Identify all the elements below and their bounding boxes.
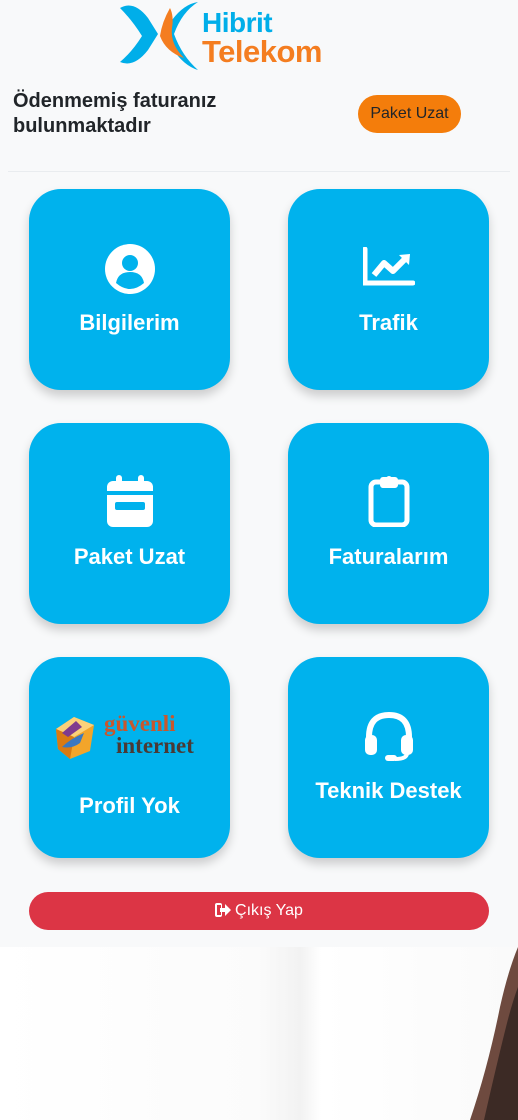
sign-out-icon — [215, 903, 232, 917]
logout-button[interactable]: Çıkış Yap — [29, 892, 489, 930]
hibrit-telekom-logo[interactable]: Hibrit Telekom — [114, 0, 338, 74]
tile-label: Trafik — [359, 310, 418, 335]
internet-text: internet — [116, 733, 194, 758]
logout-label: Çıkış Yap — [235, 902, 303, 919]
divider — [8, 171, 510, 172]
extend-package-button[interactable]: Paket Uzat — [358, 95, 461, 133]
headset-icon — [364, 711, 413, 761]
tile-label: Profil Yok — [79, 793, 180, 818]
tile-technical-support[interactable]: Teknik Destek — [288, 657, 489, 858]
tile-invoices[interactable]: Faturalarım — [288, 423, 489, 624]
background-image — [0, 947, 518, 1120]
tile-label: Paket Uzat — [73, 544, 186, 569]
tile-my-info[interactable]: Bilgilerim — [29, 189, 230, 390]
tile-label: Bilgilerim — [79, 310, 180, 335]
unpaid-invoice-notice: Ödenmemiş faturanız bulunmaktadır — [13, 90, 217, 137]
tile-safe-internet-profile[interactable]: güvenli internet Profil Yok — [29, 657, 230, 858]
clipboard-icon — [368, 476, 409, 527]
user-circle-icon — [104, 244, 155, 294]
logo-text-telekom: Telekom — [202, 34, 322, 69]
calendar-icon — [106, 475, 153, 527]
tile-traffic[interactable]: Trafik — [288, 189, 489, 390]
background-photo-decoration — [0, 947, 518, 1120]
tile-extend-package[interactable]: Paket Uzat — [29, 423, 230, 624]
chart-line-icon — [362, 247, 415, 286]
tile-label: Faturalarım — [328, 544, 449, 569]
app-container: Hibrit Telekom Ödenmemiş faturanız bulun… — [0, 0, 518, 947]
logo-mark-icon — [120, 2, 198, 70]
guvenli-internet-logo: güvenli internet — [55, 711, 194, 759]
tile-label: Teknik Destek — [315, 778, 462, 803]
